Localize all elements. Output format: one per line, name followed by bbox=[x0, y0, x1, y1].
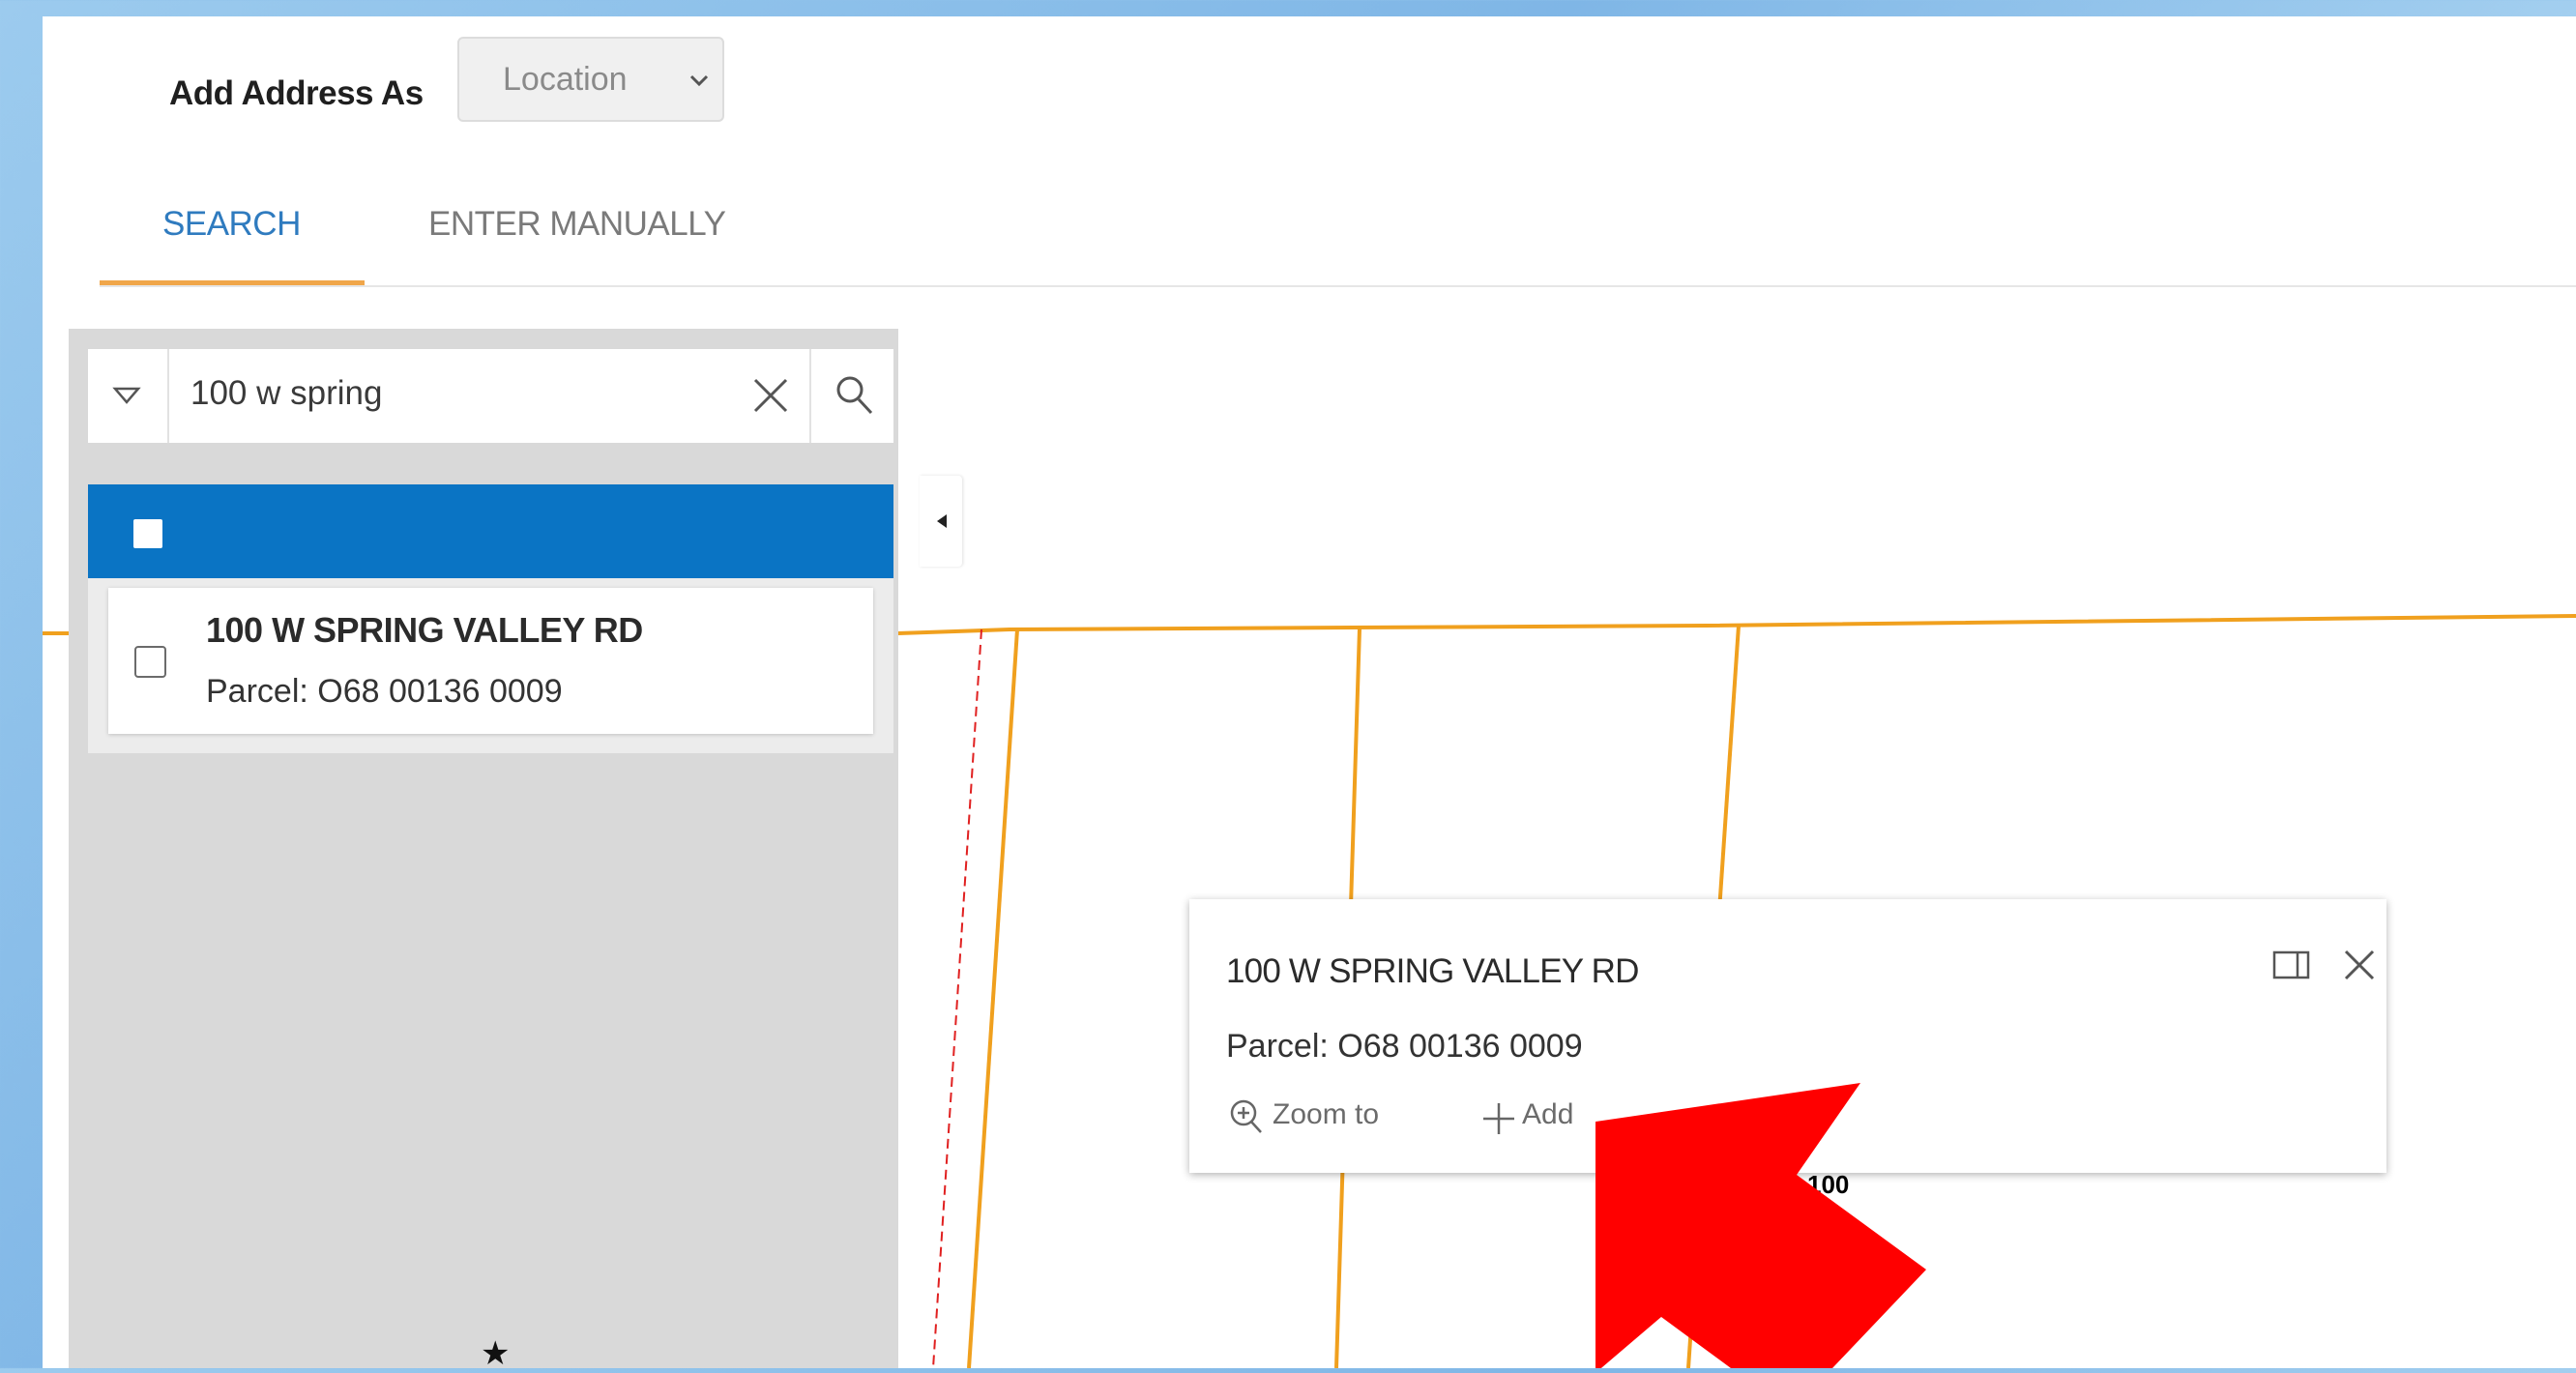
annotation-arrow-icon bbox=[1595, 1083, 1926, 1368]
